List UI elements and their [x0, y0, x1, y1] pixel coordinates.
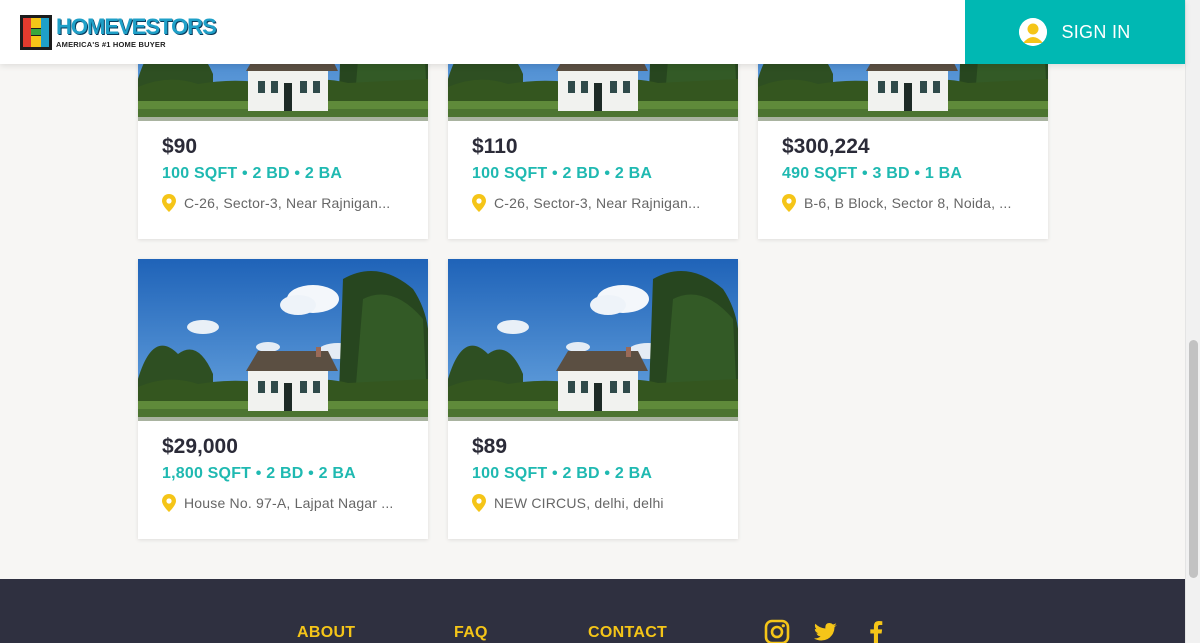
listing-specs: 490 SQFT • 3 BD • 1 BA: [782, 165, 963, 182]
listing-price: $300,224: [782, 135, 870, 158]
footer-link-contact[interactable]: CONTACT: [588, 624, 667, 642]
listing-address: C-26, Sector-3, Near Rajnigan...: [494, 195, 701, 211]
listing-price: $29,000: [162, 435, 238, 458]
listing-price: $90: [162, 135, 198, 158]
user-avatar-icon: [1019, 18, 1048, 46]
logo-tagline: AMERICA'S #1 HOME BUYER: [56, 39, 166, 49]
listing-specs: 100 SQFT • 2 BD • 2 BA: [472, 165, 653, 182]
site-header: HOMEVESTORS AMERICA'S #1 HOME BUYER SIGN…: [0, 0, 1185, 64]
logo-brand-text: HOMEVESTORS: [56, 13, 217, 39]
listing-address: NEW CIRCUS, delhi, delhi: [494, 495, 664, 511]
sign-in-label: SIGN IN: [1061, 21, 1131, 42]
twitter-icon[interactable]: [813, 619, 839, 643]
facebook-icon[interactable]: [863, 619, 889, 643]
listing-photo: [138, 259, 428, 421]
location-pin-icon: [472, 194, 486, 212]
footer-link-about[interactable]: ABOUT: [297, 624, 355, 642]
listing-specs: 100 SQFT • 2 BD • 2 BA: [472, 465, 653, 482]
listing-specs: 100 SQFT • 2 BD • 2 BA: [162, 165, 343, 182]
listing-address: B-6, B Block, Sector 8, Noida, ...: [804, 195, 1012, 211]
listing-price: $110: [472, 135, 518, 158]
listing-address: C-26, Sector-3, Near Rajnigan...: [184, 195, 391, 211]
listing-card[interactable]: $89 100 SQFT • 2 BD • 2 BA NEW CIRCUS, d…: [448, 259, 738, 539]
location-pin-icon: [782, 194, 796, 212]
logo-house-icon: [20, 14, 52, 50]
site-footer: ABOUT FAQ CONTACT: [0, 579, 1185, 643]
listings-grid: $90 100 SQFT • 2 BD • 2 BA C-26, Sector-…: [0, 0, 1185, 579]
listing-price: $89: [472, 435, 508, 458]
instagram-icon[interactable]: [764, 619, 790, 643]
footer-link-faq[interactable]: FAQ: [454, 624, 488, 642]
page-scrollbar[interactable]: [1185, 0, 1200, 643]
listing-card[interactable]: $29,000 1,800 SQFT • 2 BD • 2 BA House N…: [138, 259, 428, 539]
scrollbar-thumb[interactable]: [1189, 340, 1198, 578]
location-pin-icon: [162, 494, 176, 512]
sign-in-button[interactable]: SIGN IN: [965, 0, 1185, 64]
listing-photo: [448, 259, 738, 421]
location-pin-icon: [472, 494, 486, 512]
listing-specs: 1,800 SQFT • 2 BD • 2 BA: [162, 465, 356, 482]
location-pin-icon: [162, 194, 176, 212]
homevestors-logo[interactable]: HOMEVESTORS AMERICA'S #1 HOME BUYER: [20, 13, 217, 50]
listing-address: House No. 97-A, Lajpat Nagar ...: [184, 495, 394, 511]
